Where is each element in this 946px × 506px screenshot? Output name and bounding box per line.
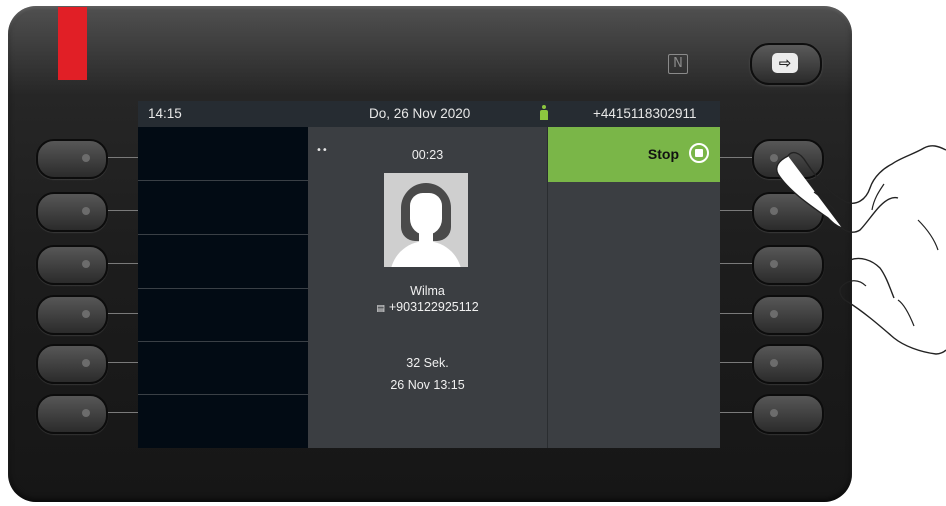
key-dot xyxy=(82,260,90,268)
phone-display: 14:15 Do, 26 Nov 2020 +4415118302911 •• … xyxy=(138,101,720,448)
key-connector xyxy=(106,412,138,413)
key-connector xyxy=(720,210,752,211)
call-timestamp: 26 Nov 13:15 xyxy=(390,378,465,392)
key-connector xyxy=(720,263,752,264)
key-dot xyxy=(82,207,90,215)
left-key-1[interactable] xyxy=(36,139,108,179)
key-connector xyxy=(106,362,138,363)
left-key-2[interactable] xyxy=(36,192,108,232)
date: Do, 26 Nov 2020 xyxy=(369,106,471,121)
left-softkey-list xyxy=(138,127,308,448)
own-number: +4415118302911 xyxy=(593,106,697,121)
logout-button[interactable]: ⇨ xyxy=(750,43,822,85)
presence-icon xyxy=(540,105,548,121)
key-connector xyxy=(106,157,138,158)
key-dot xyxy=(82,409,90,417)
left-softkey-3[interactable] xyxy=(138,235,308,289)
pointing-hand-illustration xyxy=(776,145,946,355)
left-softkey-1[interactable] xyxy=(138,127,308,181)
key-connector xyxy=(720,313,752,314)
left-softkey-6[interactable] xyxy=(138,395,308,448)
stop-button[interactable]: Stop xyxy=(548,127,720,182)
avatar-face xyxy=(410,193,442,235)
key-connector xyxy=(720,362,752,363)
key-connector xyxy=(720,157,752,158)
call-details: •• 00:23 Wilma ▤ +903122925112 32 Sek. 26… xyxy=(308,127,547,448)
stop-label: Stop xyxy=(647,146,679,162)
left-key-6[interactable] xyxy=(36,394,108,434)
device-top-highlight xyxy=(8,6,852,96)
brand-strip xyxy=(58,7,87,80)
contact-number: +903122925112 xyxy=(388,300,479,314)
left-key-3[interactable] xyxy=(36,245,108,285)
logout-icon: ⇨ xyxy=(772,53,798,73)
left-key-5[interactable] xyxy=(36,344,108,384)
key-dot xyxy=(82,359,90,367)
status-bar: 14:15 Do, 26 Nov 2020 +4415118302911 xyxy=(138,101,720,127)
elapsed-time: 00:23 xyxy=(411,148,444,162)
call-duration: 32 Sek. xyxy=(406,356,449,370)
key-dot xyxy=(770,409,778,417)
clock: 14:15 xyxy=(148,106,182,121)
key-dot xyxy=(82,310,90,318)
left-softkey-2[interactable] xyxy=(138,181,308,235)
presence-icon-body xyxy=(540,110,548,120)
contact-avatar xyxy=(384,173,468,267)
contact-name: Wilma xyxy=(410,284,445,298)
left-softkey-5[interactable] xyxy=(138,341,308,395)
right-softkey-list: Stop xyxy=(547,127,720,448)
key-connector xyxy=(106,313,138,314)
presence-icon-head xyxy=(542,105,546,109)
stop-icon xyxy=(689,143,709,163)
right-key-6[interactable] xyxy=(752,394,824,434)
business-phone-icon: ▤ xyxy=(376,304,385,314)
key-connector xyxy=(720,412,752,413)
key-connector xyxy=(106,210,138,211)
contact-number-row: ▤ +903122925112 xyxy=(308,300,547,314)
left-softkey-4[interactable] xyxy=(138,288,308,342)
key-connector xyxy=(106,263,138,264)
nfc-icon: N xyxy=(668,54,688,74)
key-dot xyxy=(82,154,90,162)
left-key-4[interactable] xyxy=(36,295,108,335)
